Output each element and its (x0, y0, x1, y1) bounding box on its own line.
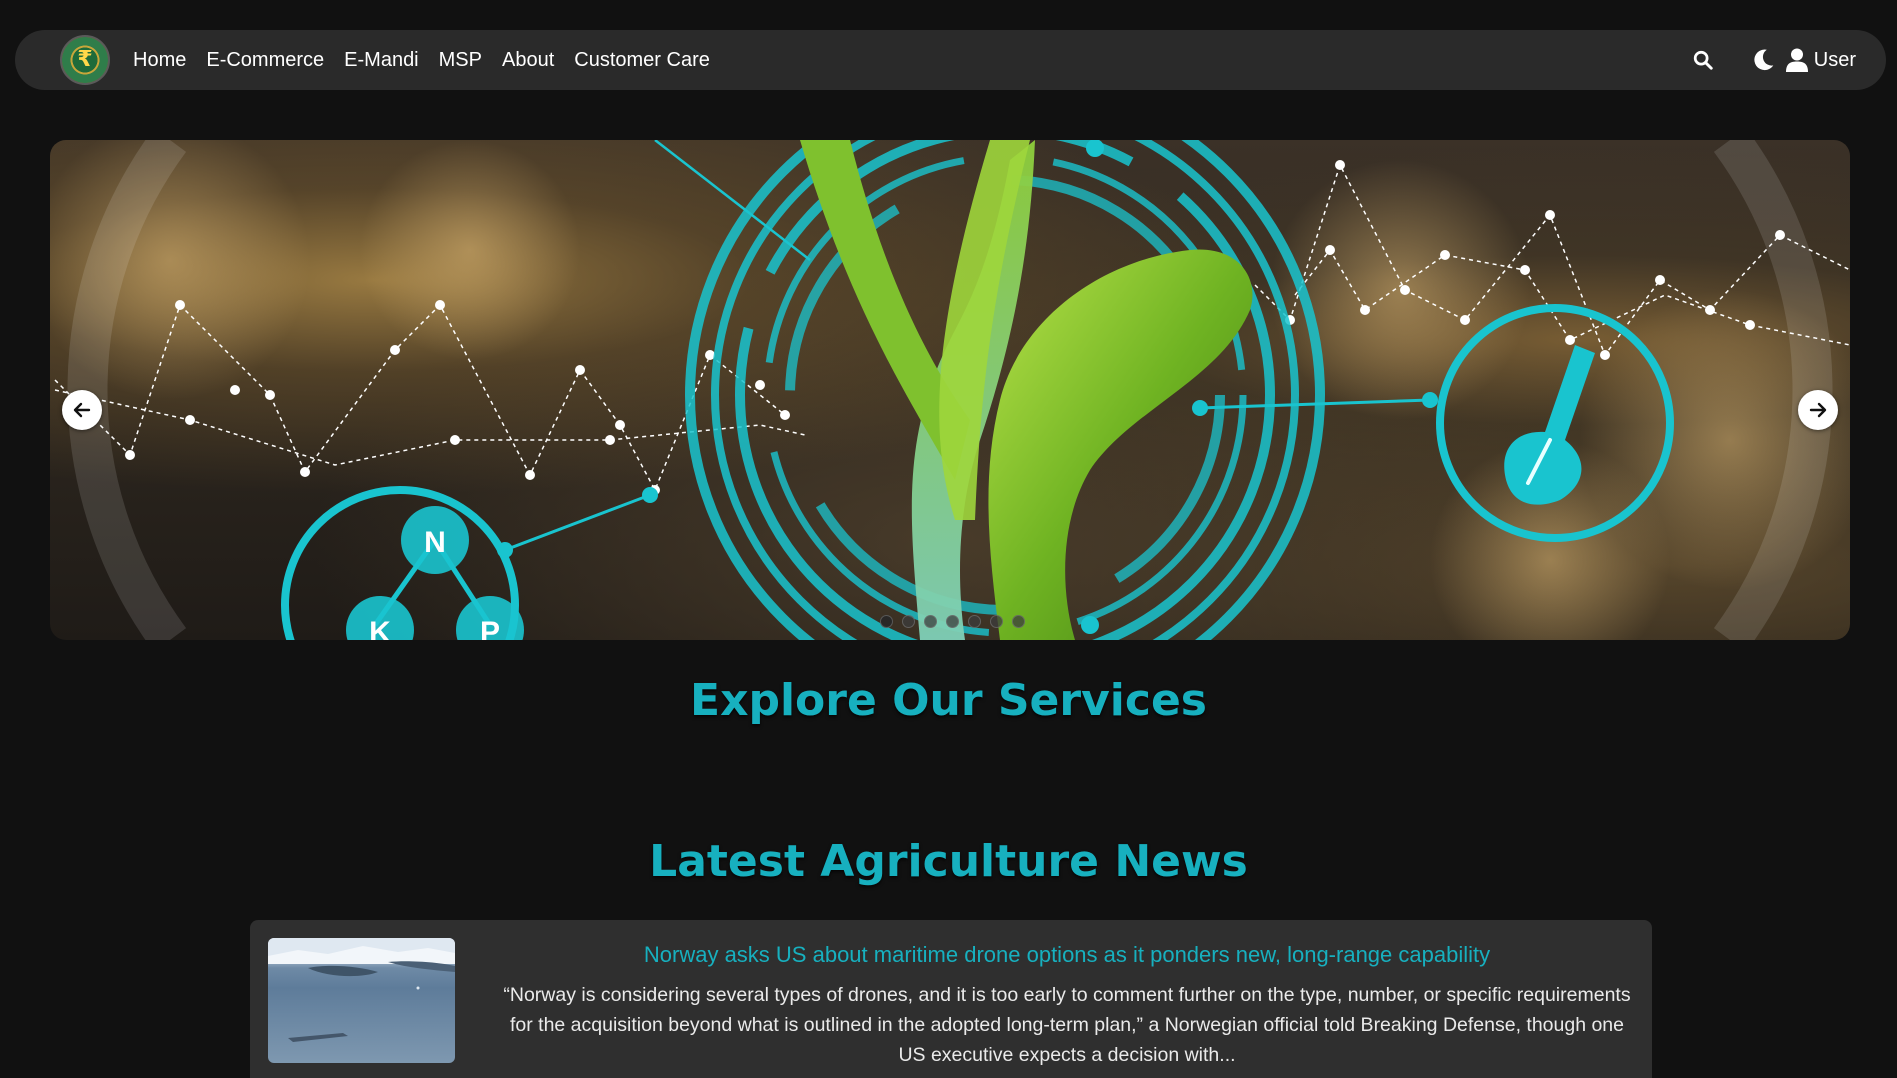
hero-slide-image: N K P (50, 140, 1850, 640)
nav-links: Home E-Commerce E-Mandi MSP About Custom… (133, 49, 710, 72)
arrow-right-icon (1809, 402, 1827, 418)
carousel-dot[interactable] (990, 615, 1003, 628)
search-icon[interactable] (1690, 47, 1716, 73)
user-icon (1785, 48, 1808, 72)
moon-icon[interactable] (1750, 47, 1776, 73)
carousel-dot[interactable] (946, 615, 959, 628)
site-logo[interactable]: ₹ (60, 35, 110, 85)
carousel-dot[interactable] (924, 615, 937, 628)
carousel-dot[interactable] (1012, 615, 1025, 628)
news-card[interactable]: Norway asks US about maritime drone opti… (250, 920, 1652, 1078)
hero-carousel: N K P (50, 140, 1850, 640)
nutrient-label-k: K (369, 616, 391, 640)
news-section-title: Latest Agriculture News (649, 836, 1248, 887)
carousel-next-button[interactable] (1798, 390, 1838, 430)
nav-link-customer-care[interactable]: Customer Care (574, 49, 710, 72)
logo-rupee-glyph: ₹ (77, 47, 93, 72)
nav-link-e-mandi[interactable]: E-Mandi (344, 49, 418, 72)
carousel-indicators (880, 615, 1025, 628)
nav-link-home[interactable]: Home (133, 49, 186, 72)
nutrient-label-n: N (424, 526, 446, 559)
nav-link-e-commerce[interactable]: E-Commerce (206, 49, 324, 72)
carousel-dot[interactable] (968, 615, 981, 628)
user-label: User (1813, 48, 1856, 71)
news-body: Norway asks US about maritime drone opti… (455, 938, 1634, 1078)
nav-link-msp[interactable]: MSP (439, 49, 482, 72)
arrow-left-icon (73, 402, 91, 418)
news-excerpt: “Norway is considering several types of … (503, 984, 1631, 1066)
services-section-title: Explore Our Services (690, 675, 1207, 726)
carousel-prev-button[interactable] (62, 390, 102, 430)
nav-link-about[interactable]: About (502, 49, 554, 72)
user-menu-button[interactable]: User (1785, 48, 1856, 72)
news-headline-link[interactable]: Norway asks US about maritime drone opti… (500, 942, 1634, 968)
nutrient-label-p: P (480, 616, 500, 640)
news-thumbnail[interactable] (268, 938, 455, 1063)
top-navbar: ₹ Home E-Commerce E-Mandi MSP About Cust… (15, 30, 1886, 90)
carousel-dot[interactable] (902, 615, 915, 628)
nav-actions: User (1690, 47, 1856, 73)
carousel-dot[interactable] (880, 615, 893, 628)
